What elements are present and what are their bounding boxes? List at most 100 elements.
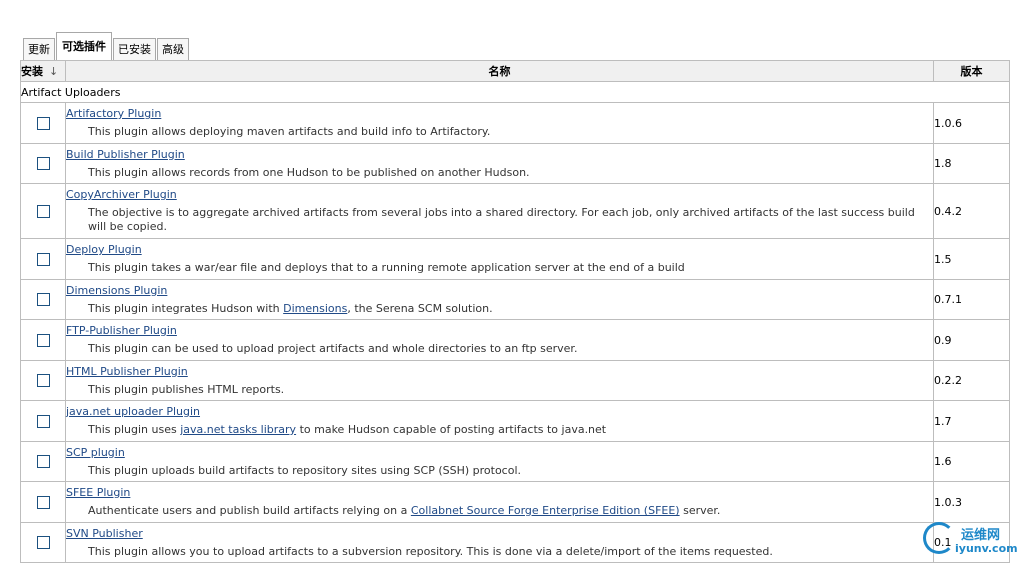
install-column-header[interactable]: 安装 ↓ [20,60,66,82]
install-cell [20,522,66,563]
tab-updates[interactable]: 更新 [23,38,55,60]
install-checkbox[interactable] [36,116,50,130]
sort-arrow-icon: ↓ [49,65,59,78]
plugin-link[interactable]: SCP plugin [66,446,125,460]
sfee-link[interactable]: Collabnet Source Forge Enterprise Editio… [411,504,680,517]
table-row: HTML Publisher Plugin This plugin publis… [20,360,1010,401]
plugin-link[interactable]: Artifactory Plugin [66,107,161,121]
install-checkbox[interactable] [36,204,50,218]
watermark-url: iyunv.com [955,542,1018,555]
plugin-link[interactable]: Dimensions Plugin [66,284,167,298]
plugin-description: This plugin uses java.net tasks library … [66,423,933,437]
category-label: Artifact Uploaders [20,81,1010,103]
plugin-description: This plugin allows deploying maven artif… [88,125,491,138]
plugin-description: The objective is to aggregate archived a… [88,206,915,233]
plugin-version: 0.7.1 [933,279,1010,320]
plugin-description: This plugin allows you to upload artifac… [88,544,773,558]
plugin-description: This plugin takes a war/ear file and dep… [88,261,685,274]
install-cell [20,143,66,184]
plugin-link[interactable]: Build Publisher Plugin [66,148,185,162]
install-checkbox[interactable] [36,536,50,550]
plugin-name-cell: Build Publisher Plugin This plugin allow… [65,143,934,184]
table-row: Artifactory Plugin This plugin allows de… [20,102,1010,144]
plugin-name-cell: CopyArchiver Plugin The objective is to … [65,183,934,239]
install-cell [20,400,66,442]
dimensions-link[interactable]: Dimensions [283,302,347,315]
plugins-table: 安装 ↓ 名称 版本 Artifact Uploaders Artifactory… [20,60,1010,563]
plugin-description: This plugin integrates Hudson with Dimen… [66,302,933,316]
plugin-name-cell: Artifactory Plugin This plugin allows de… [65,102,934,144]
plugin-description: This plugin can be used to upload projec… [88,342,578,355]
table-row: FTP-Publisher Plugin This plugin can be … [20,319,1010,361]
plugin-version: 1.7 [933,400,1010,442]
plugin-version: 1.0.3 [933,481,1010,523]
plugin-name-cell: FTP-Publisher Plugin This plugin can be … [65,319,934,361]
description-text: Authenticate users and publish build art… [88,504,411,517]
table-row: Deploy Plugin This plugin takes a war/ea… [20,238,1010,280]
plugin-manager-page: 更新 可选插件 已安装 高级 安装 ↓ 名称 版本 Artifact Upload… [0,0,1026,566]
install-checkbox[interactable] [36,374,50,388]
install-cell [20,319,66,361]
table-row: CopyArchiver Plugin The objective is to … [20,183,1010,239]
plugin-link[interactable]: SFEE Plugin [66,486,130,500]
plugin-version: 1.0.6 [933,102,1010,144]
install-checkbox[interactable] [36,455,50,469]
plugin-link[interactable]: FTP-Publisher Plugin [66,324,177,338]
plugin-version: 1.8 [933,143,1010,184]
watermark-title: 运维网 [961,528,1001,543]
install-checkbox[interactable] [36,157,50,171]
category-row: Artifact Uploaders [20,81,1010,103]
install-cell [20,441,66,482]
description-text: This plugin integrates Hudson with [88,301,284,315]
plugin-name-cell: Deploy Plugin This plugin takes a war/ea… [65,238,934,280]
name-column-header[interactable]: 名称 [65,60,934,82]
plugin-description: This plugin allows records from one Huds… [88,165,530,179]
plugin-link[interactable]: Deploy Plugin [66,243,142,257]
plugin-link[interactable]: SVN Publisher [66,527,143,541]
description-text: , the Serena SCM solution. [347,301,493,315]
plugin-link[interactable]: java.net uploader Plugin [66,405,200,419]
table-row: Dimensions Plugin This plugin integrates… [20,279,1010,320]
tab-installed[interactable]: 已安装 [113,38,156,60]
plugin-link[interactable]: CopyArchiver Plugin [66,188,177,202]
install-cell [20,279,66,320]
tab-bar: 更新 可选插件 已安装 高级 [23,32,190,60]
plugin-name-cell: SCP plugin This plugin uploads build art… [65,441,934,482]
install-checkbox[interactable] [36,293,50,307]
install-checkbox[interactable] [36,333,50,347]
plugin-name-cell: SFEE Plugin Authenticate users and publi… [65,481,934,523]
description-text: This plugin uses [88,423,181,436]
tab-advanced[interactable]: 高级 [157,38,189,60]
install-checkbox[interactable] [36,414,50,428]
plugin-version: 0.4.2 [933,183,1010,239]
plugin-version: 0.9 [933,319,1010,361]
plugin-description: This plugin publishes HTML reports. [88,382,285,396]
install-checkbox[interactable] [36,495,50,509]
tab-available[interactable]: 可选插件 [56,32,112,60]
watermark-ring-icon [923,522,955,554]
plugin-link[interactable]: HTML Publisher Plugin [66,365,188,379]
plugin-version: 0.2.2 [933,360,1010,401]
table-row: java.net uploader Plugin This plugin use… [20,400,1010,442]
install-checkbox[interactable] [36,252,50,266]
description-text: to make Hudson capable of posting artifa… [296,423,607,436]
table-header-row: 安装 ↓ 名称 版本 [20,60,1010,82]
install-cell [20,183,66,239]
plugin-version: 1.5 [933,238,1010,280]
version-column-header[interactable]: 版本 [933,60,1010,82]
plugin-name-cell: java.net uploader Plugin This plugin use… [65,400,934,442]
tasks-library-link[interactable]: java.net tasks library [180,423,296,436]
install-header-label: 安装 [21,65,43,78]
plugin-name-cell: HTML Publisher Plugin This plugin publis… [65,360,934,401]
plugin-version: 1.6 [933,441,1010,482]
install-cell [20,238,66,280]
table-row: SFEE Plugin Authenticate users and publi… [20,481,1010,523]
table-row: Build Publisher Plugin This plugin allow… [20,143,1010,184]
install-cell [20,360,66,401]
plugin-name-cell: Dimensions Plugin This plugin integrates… [65,279,934,320]
watermark-logo: 运维网 iyunv.com [921,520,1026,566]
table-row: SVN Publisher This plugin allows you to … [20,522,1010,563]
install-cell [20,102,66,144]
plugin-description: Authenticate users and publish build art… [66,504,933,518]
description-text: server. [679,504,721,517]
